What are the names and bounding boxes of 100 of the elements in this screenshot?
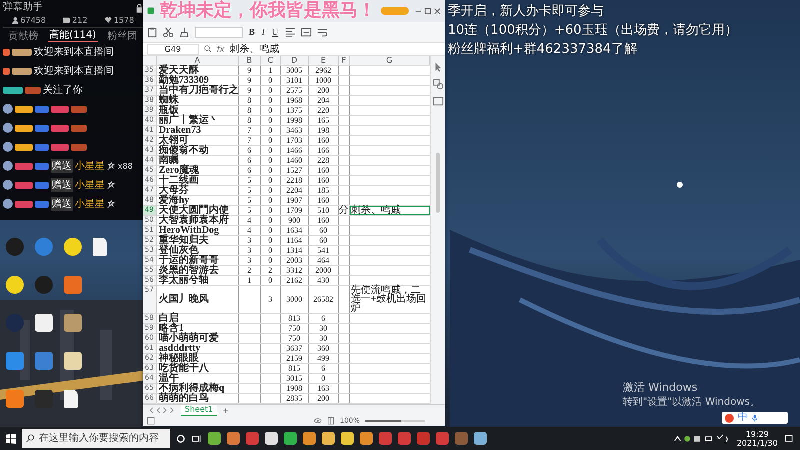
column-header[interactable]: A [157,56,239,65]
name-box[interactable]: G49 [147,44,199,54]
taskbar-app-icon[interactable] [208,432,221,445]
align-icon[interactable] [284,26,296,38]
format-button[interactable]: B [248,27,256,37]
table-cell: 813 [288,314,300,323]
taskbar-app-icon[interactable] [474,432,487,445]
table-cell: 200 [318,394,330,403]
table-cell: 2575 [286,86,302,95]
table-cell: Zero魔魂 [159,166,200,175]
column-header[interactable]: F [339,56,350,65]
formula-field[interactable]: 刺杀、鸣戚 [230,44,280,54]
format-button[interactable]: U [271,27,280,37]
ime-mode[interactable]: 中 [738,412,748,424]
gift-action: 赠送 [51,197,73,211]
table-cell: 蜘蛛 [159,96,179,105]
table-cell: 1709 [286,206,302,215]
column-header[interactable]: C [261,56,281,65]
table-cell: 0 [268,156,272,165]
table-cell: 3015 [286,374,302,383]
column-header[interactable]: D [281,56,309,65]
paste-icon[interactable] [147,26,158,38]
function-label[interactable]: fx [217,44,225,54]
taskbar-app-icon[interactable] [227,432,240,445]
table-cell: 火国丿晚风 [159,295,209,304]
table-cell: 430 [318,276,330,285]
table-cell: 1 [248,276,252,285]
shapes-icon[interactable] [432,79,444,90]
table-cell: 464 [318,256,330,265]
view-icon[interactable] [147,417,155,425]
sheet-tab[interactable]: Sheet1 [181,405,218,416]
taskbar-app-icon[interactable] [284,432,297,445]
page-layout-icon[interactable] [326,417,335,425]
app-shortcut-icon[interactable] [35,352,53,370]
system-tray-icons[interactable] [672,434,731,444]
panel-icon[interactable] [432,96,444,107]
lock-icon[interactable] [136,4,143,12]
sheet-nav-arrows-icon[interactable] [147,407,175,414]
scrollbar[interactable] [436,153,440,213]
search-icon[interactable] [204,45,212,53]
level-badge [35,162,49,170]
table-cell: 神秘眼眼 [159,354,199,363]
table-cell: 750 [288,324,300,333]
eye-icon[interactable] [314,417,322,425]
stat-count: 212 [72,16,88,25]
column-header[interactable]: E [309,56,339,65]
chat-tab[interactable]: 粉丝团 [105,30,140,42]
table-cell: 0 [268,136,272,145]
task-view-icon[interactable] [192,434,202,444]
table-cell: 分 [339,206,349,215]
table-cell: 2 [268,266,272,275]
search-icon [26,434,35,443]
file-icon[interactable] [93,238,107,256]
file-icon[interactable] [64,390,78,408]
gift-name: 小星星 [75,198,105,211]
chat-tab[interactable]: 高能(114) [48,30,98,42]
table-cell: 26582 [314,295,334,304]
microphone-icon[interactable] [752,414,758,422]
table-cell: 1907 [286,196,302,205]
add-sheet-button[interactable]: + [223,406,228,416]
taskbar-app-icon[interactable] [360,432,373,445]
brush-icon[interactable] [179,26,190,38]
scissors-icon[interactable] [163,26,174,38]
table-cell: 3 [248,236,252,245]
table-cell: asdddrtty [159,344,201,353]
column-header[interactable]: B [239,56,261,65]
level-badge [35,144,49,150]
taskbar-app-icon[interactable] [265,432,278,445]
clock-time[interactable]: 19:29 [746,430,770,438]
table-cell: 0 [268,256,272,265]
overlay-notice: 粉丝牌福利+群462337384了解 [448,41,638,58]
taskbar-app-icon[interactable] [322,432,335,445]
format-button[interactable]: I [261,27,266,37]
table-cell: 0 [268,236,272,245]
window-controls-icon[interactable] [415,8,441,14]
username-placeholder [25,86,41,94]
chat-tab[interactable]: 贡献榜 [6,30,41,42]
table-cell: 499 [318,354,330,363]
taskbar-app-icon[interactable] [341,432,354,445]
font-field[interactable] [195,26,243,38]
table-cell: 不病利得成梅q [159,384,225,393]
table-cell: 160 [318,216,330,225]
taskbar-app-icon[interactable] [303,432,316,445]
merge-cells-icon[interactable] [300,26,312,38]
level-badge [35,124,49,132]
table-cell: 220 [318,106,330,115]
ime-toolbar[interactable]: 中 [722,412,788,424]
table-cell: 2835 [286,394,302,403]
table-cell: 60 [320,226,328,235]
document-icon[interactable] [147,7,155,15]
table-cell: 163 [318,384,330,393]
notification-icon[interactable] [784,434,794,444]
wrap-text-icon[interactable] [316,26,328,38]
clock-date[interactable]: 2021/1/30 [736,438,778,448]
table-cell: 5 [248,196,252,205]
table-cell: 228 [318,156,330,165]
app-shortcut-icon[interactable] [6,352,24,370]
table-cell: 30 [320,334,328,343]
table-cell: 2204 [286,186,302,195]
windows-start-icon[interactable] [6,434,16,444]
